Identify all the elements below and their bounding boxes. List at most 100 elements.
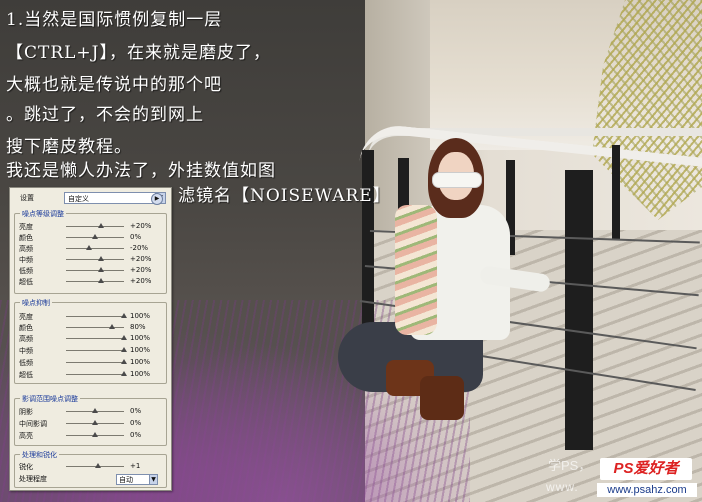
- slider-track[interactable]: [66, 234, 124, 239]
- group-tonal-range: 影调范围噪点调整 阴影 0% 中间影调 0% 高亮 0%: [14, 394, 167, 446]
- slider-thumb[interactable]: [121, 371, 127, 376]
- railing-post: [612, 145, 620, 240]
- slider-row: 亮度 100%: [19, 312, 161, 322]
- watermark-url: www.psahz.com: [597, 483, 697, 497]
- slider-track[interactable]: [66, 420, 124, 425]
- text-line-7: 滤镜名【NOISEWARE】: [178, 186, 391, 206]
- slider-value: 100%: [130, 334, 151, 342]
- slider-track[interactable]: [66, 278, 124, 283]
- slider-value: 100%: [130, 370, 151, 378]
- railing-post: [565, 170, 593, 450]
- slider-value: 80%: [130, 323, 146, 331]
- slider-thumb[interactable]: [121, 313, 127, 318]
- slider-label: 中频: [19, 347, 33, 355]
- chevron-down-icon[interactable]: ▼: [149, 475, 157, 484]
- slider-thumb[interactable]: [121, 335, 127, 340]
- group-noise-level: 噪点等级调整 亮度 +20% 颜色 0% 高频 -20% 中频 +20% 低频 +20% …: [14, 209, 167, 294]
- slider-row: 颜色 80%: [19, 323, 161, 333]
- slider-track[interactable]: [66, 267, 124, 272]
- slider-label: 阴影: [19, 408, 33, 416]
- slider-row: 中频 +20%: [19, 255, 161, 265]
- slider-track[interactable]: [66, 408, 124, 413]
- slider-label: 超低: [19, 371, 33, 379]
- text-line-5: 搜下磨皮教程。: [6, 137, 132, 157]
- slider-thumb[interactable]: [97, 267, 104, 272]
- slider-thumb[interactable]: [92, 432, 98, 437]
- slider-label: 中间影调: [19, 420, 47, 428]
- group-title: 处理和锐化: [20, 450, 59, 460]
- slider-track[interactable]: [66, 256, 124, 261]
- slider-row: 超低 100%: [19, 370, 161, 380]
- group-title: 噪点抑制: [20, 298, 52, 308]
- slider-label: 亮度: [19, 313, 33, 321]
- slider-value: 100%: [130, 346, 151, 354]
- slider-track[interactable]: [66, 223, 124, 228]
- woman-scarf: [395, 205, 437, 335]
- slider-thumb[interactable]: [97, 256, 104, 261]
- slider-thumb[interactable]: [97, 223, 104, 228]
- mode-select[interactable]: 自动 ▼: [116, 474, 158, 485]
- text-line-6: 我还是懒人办法了，外挂数值如图: [6, 161, 276, 181]
- slider-thumb[interactable]: [121, 359, 127, 364]
- slider-label: 超低: [19, 278, 33, 286]
- slider-label: 低频: [19, 359, 33, 367]
- watermark-text: 学PS，: [548, 458, 592, 473]
- watermark-logo: PS爱好者: [600, 458, 692, 480]
- slider-row: 亮度 +20%: [19, 222, 161, 232]
- slider-row: 超低 +20%: [19, 277, 161, 287]
- slider-label: 锐化: [19, 463, 33, 471]
- slider-thumb[interactable]: [92, 408, 98, 413]
- slider-thumb[interactable]: [92, 420, 98, 425]
- slider-track[interactable]: [66, 371, 127, 376]
- slider-value: +20%: [130, 255, 152, 263]
- preset-value: 自定义: [68, 195, 89, 203]
- slider-thumb[interactable]: [94, 463, 101, 468]
- text-line-4: 。跳过了，不会的到网上: [6, 105, 204, 125]
- text-line-2: 【CTRL+J】，在来就是磨皮了，: [6, 43, 271, 63]
- slider-row: 低频 +20%: [19, 266, 161, 276]
- slider-label: 中频: [19, 256, 33, 264]
- slider-track[interactable]: [66, 463, 124, 468]
- play-icon[interactable]: ▶: [151, 193, 163, 205]
- boot: [420, 376, 464, 420]
- slider-label: 亮度: [19, 223, 33, 231]
- slider-row: 高亮 0%: [19, 431, 161, 441]
- mode-label: 处理程度: [19, 475, 47, 483]
- slider-value: 100%: [130, 358, 151, 366]
- slider-track[interactable]: [66, 313, 127, 318]
- group-title: 影调范围噪点调整: [20, 394, 80, 404]
- slider-track[interactable]: [66, 335, 127, 340]
- slider-value: -20%: [130, 244, 149, 252]
- slider-value: +20%: [130, 277, 152, 285]
- slider-track[interactable]: [66, 432, 124, 437]
- slider-thumb[interactable]: [121, 347, 127, 352]
- slider-track[interactable]: [66, 347, 127, 352]
- group-process-sharpen: 处理和锐化 锐化 +1 处理程度 自动 ▼: [14, 450, 167, 488]
- slider-row: 低频 100%: [19, 358, 161, 368]
- slider-row: 阴影 0%: [19, 407, 161, 417]
- slider-thumb[interactable]: [97, 278, 104, 283]
- slider-value: 0%: [130, 407, 142, 415]
- slider-row: 中间影调 0%: [19, 419, 161, 429]
- sunglasses: [432, 172, 482, 188]
- slider-track[interactable]: [66, 359, 127, 364]
- slider-row: 中频 100%: [19, 346, 161, 356]
- slider-row: 颜色 0%: [19, 233, 161, 243]
- slider-label: 高亮: [19, 432, 33, 440]
- slider-label: 低频: [19, 267, 33, 275]
- setting-label: 设置: [20, 194, 34, 202]
- slider-label: 颜色: [19, 324, 33, 332]
- mode-row: 处理程度 自动 ▼: [19, 474, 161, 485]
- slider-thumb[interactable]: [86, 245, 93, 250]
- text-line-1: 1.当然是国际惯例复制一层: [6, 10, 223, 30]
- group-noise-suppression: 噪点抑制 亮度 100% 颜色 80% 高频 100% 中频 100% 低频 100% 超…: [14, 298, 167, 384]
- slider-thumb[interactable]: [109, 324, 116, 329]
- noiseware-settings-panel: 设置 自定义 ▼ ▶ 噪点等级调整 亮度 +20% 颜色 0% 高频 -20% 中频 +…: [9, 187, 172, 491]
- slider-row: 高频 100%: [19, 334, 161, 344]
- slider-track[interactable]: [66, 245, 124, 250]
- slider-thumb[interactable]: [92, 234, 98, 239]
- slider-track[interactable]: [66, 324, 124, 329]
- slider-value: +20%: [130, 222, 152, 230]
- slider-value: +1: [130, 462, 141, 470]
- slider-row: 高频 -20%: [19, 244, 161, 254]
